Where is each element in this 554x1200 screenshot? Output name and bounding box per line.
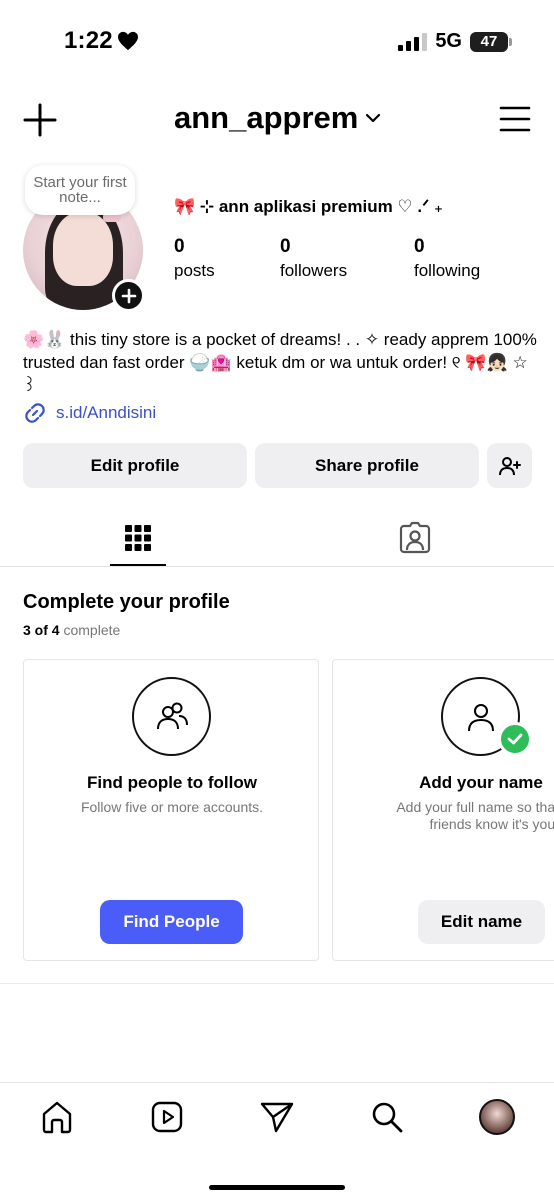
following-stat[interactable]: 0 following	[414, 236, 480, 281]
note-text: Start your first note...	[33, 174, 127, 206]
find-people-button-label: Find People	[123, 912, 220, 931]
share-profile-button[interactable]: Share profile	[255, 443, 479, 488]
progress-count: 3 of 4	[23, 622, 60, 638]
posts-count: 0	[174, 236, 185, 257]
status-time-text: 1:22	[64, 27, 113, 54]
display-name: 🎀 ⊹ ann aplikasi premium ♡ .ᐟ ₊	[174, 197, 444, 216]
bottom-nav	[0, 1082, 554, 1200]
nav-search[interactable]	[367, 1097, 407, 1137]
followers-count: 0	[280, 236, 291, 257]
find-people-button[interactable]: Find People	[100, 900, 243, 944]
grid-icon	[125, 525, 151, 551]
check-icon	[507, 733, 523, 745]
note-bubble[interactable]: Start your first note...	[25, 165, 135, 215]
tagged-icon	[399, 521, 431, 554]
find-people-title: Find people to follow	[87, 773, 257, 792]
add-name-card: Add your name Add your full name so that…	[332, 659, 554, 961]
send-icon	[260, 1102, 294, 1133]
complete-profile-progress: 3 of 4 complete	[23, 622, 120, 638]
home-indicator	[209, 1185, 345, 1190]
share-profile-label: Share profile	[315, 455, 419, 475]
bio-link[interactable]: s.id/Anndisini	[23, 401, 156, 425]
discover-people-button[interactable]	[487, 443, 532, 488]
status-indicators: 5G 47	[398, 30, 512, 53]
home-icon	[42, 1101, 72, 1134]
create-button[interactable]	[20, 100, 60, 140]
edit-name-button-label: Edit name	[440, 912, 523, 931]
menu-icon	[499, 106, 531, 132]
nav-messages[interactable]	[257, 1097, 297, 1137]
edit-name-button[interactable]: Edit name	[418, 900, 545, 944]
profile-avatar-icon	[479, 1099, 515, 1135]
following-count: 0	[414, 236, 425, 257]
network-label: 5G	[435, 30, 462, 52]
plus-icon	[23, 103, 57, 137]
username-switcher[interactable]: ann_apprem	[174, 100, 382, 136]
people-icon-circle	[132, 677, 211, 756]
edit-profile-label: Edit profile	[90, 455, 180, 475]
posts-label: posts	[174, 261, 215, 280]
bio-text: 🌸🐰 this tiny store is a pocket of dreams…	[23, 330, 537, 395]
signal-icon	[398, 32, 428, 51]
following-label: following	[414, 261, 481, 280]
bio-link-text: s.id/Anndisini	[56, 403, 157, 422]
person-icon	[467, 703, 494, 731]
completed-check	[498, 722, 532, 756]
add-story-button[interactable]	[112, 279, 145, 312]
plus-icon	[121, 288, 136, 303]
status-time: 1:22	[64, 27, 139, 55]
add-name-title: Add your name	[419, 773, 543, 792]
nav-home[interactable]	[37, 1097, 77, 1137]
find-people-card: Find people to follow Follow five or mor…	[23, 659, 319, 961]
find-people-description: Follow five or more accounts.	[80, 799, 264, 815]
battery-level: 47	[480, 33, 498, 50]
menu-button[interactable]	[498, 104, 532, 134]
followers-stat[interactable]: 0 followers	[280, 236, 347, 281]
followers-label: followers	[280, 261, 348, 280]
edit-profile-button[interactable]: Edit profile	[23, 443, 247, 488]
tab-divider	[0, 566, 554, 567]
people-icon	[156, 702, 188, 729]
section-divider	[0, 983, 554, 984]
link-icon	[25, 403, 45, 423]
nav-profile[interactable]	[477, 1097, 517, 1137]
username: ann_apprem	[174, 100, 359, 135]
tab-tagged[interactable]	[387, 510, 443, 566]
search-icon	[372, 1102, 403, 1133]
battery-icon: 47	[470, 31, 512, 52]
tab-posts[interactable]	[110, 510, 166, 566]
reels-icon	[151, 1101, 183, 1133]
heart-icon	[117, 31, 138, 51]
complete-profile-title: Complete your profile	[23, 591, 230, 613]
chevron-down-icon	[366, 113, 381, 123]
add-person-icon	[498, 456, 521, 475]
add-name-description: Add your full name so that friends know …	[396, 799, 554, 832]
nav-reels[interactable]	[147, 1097, 187, 1137]
posts-stat[interactable]: 0 posts	[174, 236, 215, 281]
progress-label: complete	[63, 622, 121, 638]
